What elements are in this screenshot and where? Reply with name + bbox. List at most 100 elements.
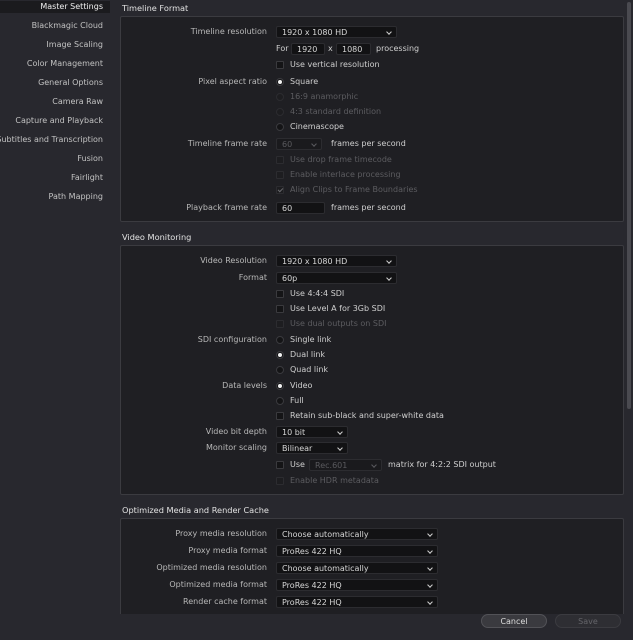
content-scrollbar[interactable]: [626, 0, 633, 614]
video-format-label: Format: [238, 273, 267, 282]
row-video-bit-depth: Video bit depth 10 bit: [121, 425, 623, 439]
video-format-value: 60p: [282, 274, 298, 283]
chevron-down-icon: [371, 462, 377, 468]
monitor-scaling-value: Bilinear: [282, 444, 313, 453]
proxy-resolution-dropdown[interactable]: Choose automatically: [276, 528, 438, 540]
optimized-resolution-dropdown[interactable]: Choose automatically: [276, 562, 438, 574]
pixel-aspect-cinemascope-radio[interactable]: [276, 123, 284, 131]
row-playback-frame-rate: Playback frame rate 60 frames per second: [121, 201, 623, 215]
video-resolution-value: 1920 x 1080 HD: [282, 257, 348, 266]
matrix-suffix-label: matrix for 4:2:2 SDI output: [388, 460, 496, 469]
dual-outputs-label: Use dual outputs on SDI: [290, 319, 387, 328]
pixel-aspect-square-radio[interactable]: [276, 78, 284, 86]
scrollbar-thumb[interactable]: [627, 2, 631, 409]
timeline-frame-rate-dropdown[interactable]: 60: [276, 138, 322, 150]
sidebar-item-path-mapping[interactable]: Path Mapping: [49, 191, 103, 203]
optimized-format-dropdown[interactable]: ProRes 422 HQ: [276, 579, 438, 591]
sidebar-item-master-settings[interactable]: Master Settings: [0, 1, 110, 13]
interlace-checkbox[interactable]: [276, 171, 284, 179]
playback-fps-label: frames per second: [331, 203, 406, 212]
hdr-checkbox[interactable]: [276, 477, 284, 485]
sdi-444-checkbox[interactable]: [276, 290, 284, 298]
timeline-frame-rate-value: 60: [282, 140, 293, 149]
sidebar-item-blackmagic-cloud[interactable]: Blackmagic Cloud: [32, 20, 103, 32]
chevron-down-icon: [427, 531, 433, 537]
row-timeline-frame-rate: Timeline frame rate 60 frames per second: [121, 137, 623, 151]
sdi-444-label: Use 4:4:4 SDI: [290, 289, 345, 298]
sdi-single-link-radio[interactable]: [276, 336, 284, 344]
use-matrix-checkbox[interactable]: [276, 461, 284, 469]
row-sdi-single: SDI configuration Single link: [121, 333, 623, 347]
hdr-label: Enable HDR metadata: [290, 476, 379, 485]
chevron-down-icon: [386, 29, 392, 35]
sidebar-item-general-options[interactable]: General Options: [38, 77, 103, 89]
row-data-levels-full: Full: [121, 394, 623, 408]
video-format-dropdown[interactable]: 60p: [276, 272, 397, 284]
pixel-aspect-anamorphic-radio[interactable]: [276, 93, 284, 101]
pixel-aspect-anamorphic-label: 16:9 anamorphic: [290, 92, 359, 101]
row-sdi-444: Use 4:4:4 SDI: [121, 287, 623, 301]
matrix-dropdown[interactable]: Rec.601: [309, 459, 382, 471]
chevron-down-icon: [337, 445, 343, 451]
sidebar-item-subtitles-and-transcription[interactable]: Subtitles and Transcription: [0, 134, 103, 146]
x-label: x: [328, 44, 333, 53]
sidebar-item-image-scaling[interactable]: Image Scaling: [46, 39, 103, 51]
video-monitoring-panel: Video Resolution 1920 x 1080 HD Format 6…: [120, 245, 624, 495]
row-matrix: Use Rec.601 matrix for 4:2:2 SDI output: [121, 458, 623, 472]
use-matrix-label: Use: [290, 460, 305, 469]
cancel-button[interactable]: Cancel: [481, 614, 547, 628]
playback-frame-rate-field[interactable]: 60: [276, 202, 325, 214]
pixel-aspect-4-3-radio[interactable]: [276, 108, 284, 116]
level-a-checkbox[interactable]: [276, 305, 284, 313]
timeline-resolution-dropdown[interactable]: 1920 x 1080 HD: [276, 26, 397, 38]
matrix-value: Rec.601: [315, 461, 348, 470]
data-levels-full-radio[interactable]: [276, 397, 284, 405]
level-a-label: Use Level A for 3Gb SDI: [290, 304, 386, 313]
timeline-resolution-label: Timeline resolution: [190, 27, 267, 36]
video-resolution-dropdown[interactable]: 1920 x 1080 HD: [276, 255, 397, 267]
dialog-footer: Cancel Save: [0, 614, 633, 640]
settings-content: Timeline Format Timeline resolution 1920…: [110, 0, 626, 614]
timeline-width-field[interactable]: 1920: [291, 43, 325, 55]
section-title-video-monitoring: Video Monitoring: [122, 232, 192, 242]
video-bit-depth-dropdown[interactable]: 10 bit: [276, 426, 348, 438]
sidebar-item-fairlight[interactable]: Fairlight: [71, 172, 103, 184]
row-timeline-resolution: Timeline resolution 1920 x 1080 HD: [121, 25, 623, 39]
sdi-quad-link-radio[interactable]: [276, 366, 284, 374]
row-pixel-aspect-4-3: 4:3 standard definition: [121, 105, 623, 119]
pixel-aspect-square-label: Square: [290, 77, 319, 86]
row-pixel-aspect-cinemascope: Cinemascope: [121, 120, 623, 134]
vertical-resolution-checkbox[interactable]: [276, 61, 284, 69]
sidebar-item-capture-and-playback[interactable]: Capture and Playback: [15, 115, 103, 127]
data-levels-video-radio[interactable]: [276, 382, 284, 390]
row-interlace: Enable interlace processing: [121, 168, 623, 182]
save-button[interactable]: Save: [555, 614, 621, 628]
timeline-height-field[interactable]: 1080: [336, 43, 371, 55]
row-resolution-size: For 1920 x 1080 processing: [121, 42, 623, 56]
sdi-dual-link-label: Dual link: [290, 350, 326, 359]
proxy-format-label: Proxy media format: [188, 546, 267, 555]
drop-frame-label: Use drop frame timecode: [290, 155, 392, 164]
sidebar-item-color-management[interactable]: Color Management: [27, 58, 103, 70]
render-cache-format-value: ProRes 422 HQ: [282, 598, 342, 607]
row-monitor-scaling: Monitor scaling Bilinear: [121, 441, 623, 455]
optimized-format-label: Optimized media format: [169, 580, 267, 589]
playback-frame-rate-label: Playback frame rate: [186, 203, 267, 212]
sdi-dual-link-radio[interactable]: [276, 351, 284, 359]
retain-checkbox[interactable]: [276, 412, 284, 420]
drop-frame-checkbox[interactable]: [276, 156, 284, 164]
sidebar-item-camera-raw[interactable]: Camera Raw: [52, 96, 103, 108]
sdi-config-label: SDI configuration: [197, 335, 267, 344]
render-cache-format-dropdown[interactable]: ProRes 422 HQ: [276, 596, 438, 608]
optimized-media-panel: Proxy media resolution Choose automatica…: [120, 518, 624, 614]
optimized-format-value: ProRes 422 HQ: [282, 581, 342, 590]
dual-outputs-checkbox[interactable]: [276, 320, 284, 328]
video-resolution-label: Video Resolution: [200, 256, 267, 265]
sidebar-item-fusion[interactable]: Fusion: [77, 153, 103, 165]
monitor-scaling-dropdown[interactable]: Bilinear: [276, 442, 348, 454]
timeline-resolution-value: 1920 x 1080 HD: [282, 28, 348, 37]
proxy-format-dropdown[interactable]: ProRes 422 HQ: [276, 545, 438, 557]
align-clips-checkbox[interactable]: [276, 186, 284, 194]
align-clips-label: Align Clips to Frame Boundaries: [290, 185, 418, 194]
chevron-down-icon: [427, 582, 433, 588]
